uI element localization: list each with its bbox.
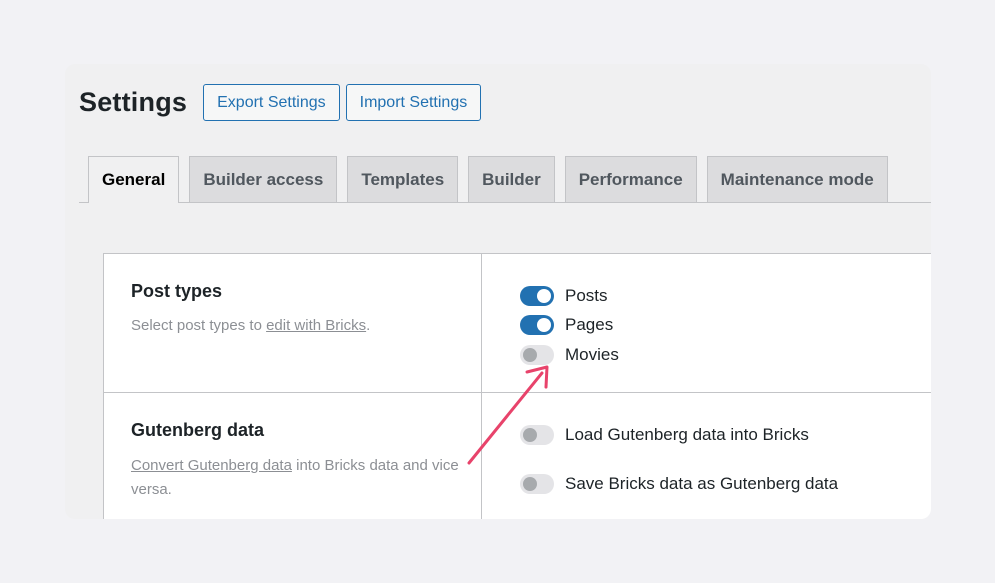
tab-general[interactable]: General (88, 156, 180, 203)
annotation-arrow (467, 365, 549, 465)
